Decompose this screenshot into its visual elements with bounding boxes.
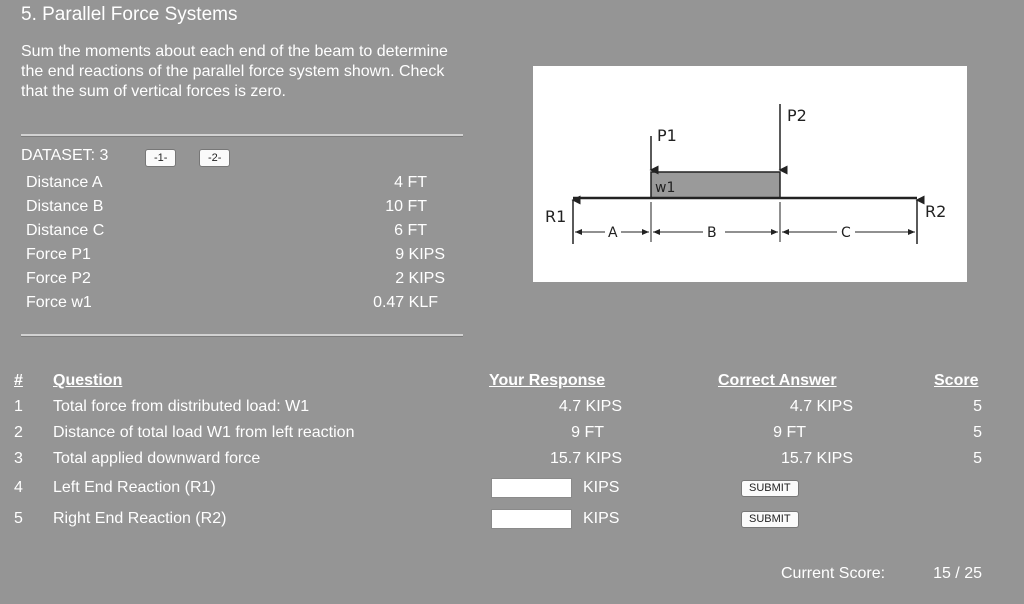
row-3-correct: 15.7 KIPS [780, 450, 853, 467]
row-5-num: 5 [14, 510, 23, 527]
beam-diagram-svg: P1 P2 w1 R1 R2 A B C [545, 104, 946, 244]
param-value-force-p1: 9 KIPS [395, 246, 445, 263]
param-value-force-w1: 0.47 KLF [373, 294, 438, 311]
row-3-num: 3 [14, 450, 23, 467]
row-2-question: Distance of total load W1 from left reac… [53, 424, 355, 441]
param-value-force-p2: 2 KIPS [395, 270, 445, 287]
dataset-1-button[interactable]: -1- [145, 149, 177, 167]
dim-c-label: C [841, 225, 851, 241]
row-1-num: 1 [14, 398, 23, 415]
param-name-force-p1: Force P1 [26, 246, 91, 263]
p1-label: P1 [657, 126, 677, 145]
row-1-question: Total force from distributed load: W1 [53, 398, 310, 415]
row-5-question: Right End Reaction (R2) [53, 510, 227, 527]
page-title: 5. Parallel Force Systems [21, 4, 238, 25]
row-1-correct: 4.7 KIPS [789, 398, 853, 415]
p2-label: P2 [787, 106, 807, 125]
row-2-num: 2 [14, 424, 23, 441]
row-1-response: 4.7 KIPS [558, 398, 622, 415]
param-value-distance-c: 6 FT [394, 222, 427, 239]
param-value-distance-a: 4 FT [394, 174, 427, 191]
row-3-score: 5 [973, 450, 982, 467]
row-3-response: 15.7 KIPS [549, 450, 622, 467]
row-2-correct: 9 FT [773, 424, 806, 441]
header-your-response: Your Response [489, 372, 606, 389]
r1-label: R1 [545, 207, 566, 226]
row-2-response: 9 FT [571, 424, 604, 441]
row-1-score: 5 [973, 398, 982, 415]
header-num: # [14, 372, 23, 389]
problem-description: Sum the moments about each end of the be… [21, 43, 448, 100]
row-4-unit: KIPS [583, 479, 620, 496]
header-correct-answer: Correct Answer [718, 372, 837, 389]
param-name-force-p2: Force P2 [26, 270, 91, 287]
param-name-distance-c: Distance C [26, 222, 105, 239]
param-name-distance-a: Distance A [26, 174, 103, 191]
divider-top [21, 134, 463, 137]
param-value-distance-b: 10 FT [385, 198, 427, 215]
row-5-unit: KIPS [583, 510, 620, 527]
r1-response-input[interactable] [491, 478, 572, 498]
r2-submit-button[interactable]: SUBMIT [741, 511, 799, 528]
param-name-distance-b: Distance B [26, 198, 104, 215]
dataset-label: DATASET: 3 [21, 147, 109, 164]
row-4-num: 4 [14, 479, 23, 496]
current-score-label: Current Score: [781, 565, 886, 582]
row-2-score: 5 [973, 424, 982, 441]
w1-label: w1 [655, 180, 675, 196]
dataset-2-button[interactable]: -2- [199, 149, 231, 167]
header-score: Score [934, 372, 979, 389]
dim-a-label: A [608, 225, 618, 241]
dim-b-label: B [707, 225, 717, 241]
row-3-question: Total applied downward force [53, 450, 261, 467]
param-name-force-w1: Force w1 [26, 294, 92, 311]
r2-response-input[interactable] [491, 509, 572, 529]
current-score-value: 15 / 25 [933, 565, 982, 582]
divider-bottom [21, 334, 463, 337]
r1-submit-button[interactable]: SUBMIT [741, 480, 799, 497]
r2-label: R2 [925, 202, 946, 221]
header-question: Question [53, 372, 123, 389]
beam-diagram: P1 P2 w1 R1 R2 A B C [533, 66, 967, 282]
row-4-question: Left End Reaction (R1) [53, 479, 216, 496]
